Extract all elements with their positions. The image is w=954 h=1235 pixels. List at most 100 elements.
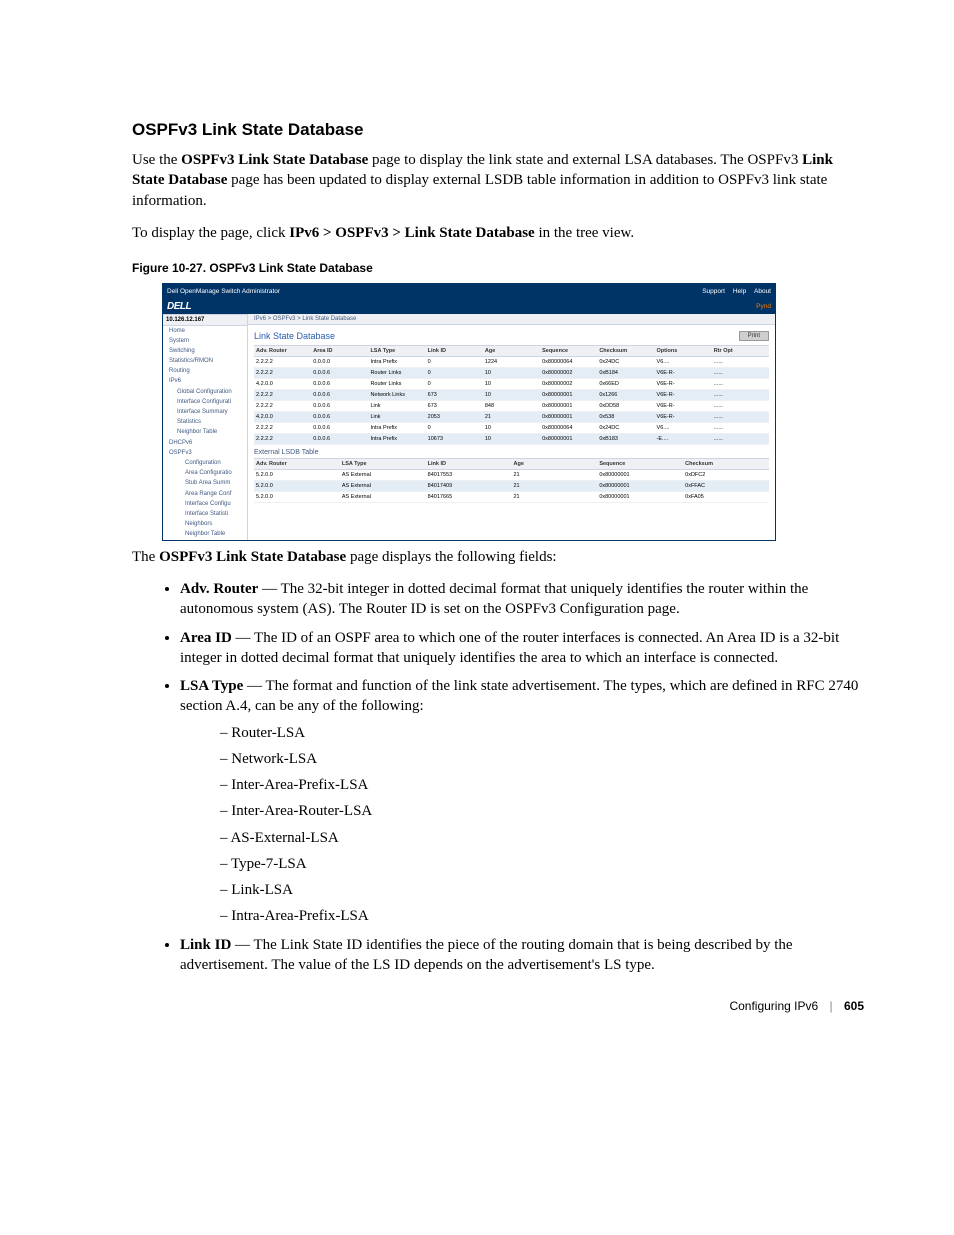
cell: 0.0.0.6 [311, 379, 368, 390]
nav-item[interactable]: Interface Configu [163, 499, 247, 509]
text: page to display the link state and exter… [368, 152, 802, 168]
cell: 0x1266 [597, 390, 654, 401]
cell: 0.0.0.6 [311, 368, 368, 379]
cell: 10 [483, 368, 540, 379]
nav-item[interactable]: Area Configuratio [163, 469, 247, 479]
cell: 2.2.2.2 [254, 423, 311, 434]
cell: 2.2.2.2 [254, 401, 311, 412]
nav-item[interactable]: OSPFv3 [163, 448, 247, 458]
lsa-type-item: Router-LSA [220, 723, 864, 743]
cell: 10 [483, 423, 540, 434]
col-header: LSA Type [340, 459, 426, 470]
table-row: 5.2.0.0AS External84017553210x800000010x… [254, 470, 769, 481]
nav-item[interactable]: Neighbors [163, 520, 247, 530]
nav-item[interactable]: Neighbor Table [163, 530, 247, 540]
cell: V6.... [655, 357, 712, 368]
cell: 21 [511, 492, 597, 503]
lsa-type-item: Type-7-LSA [220, 854, 864, 874]
field-name: LSA Type [180, 678, 243, 694]
cell: 673 [426, 401, 483, 412]
nav-item[interactable]: Switching [163, 346, 247, 356]
table-row: 5.2.0.0AS External84017665210x800000010x… [254, 492, 769, 503]
cell: -E.... [655, 434, 712, 445]
lsa-type-item: AS-External-LSA [220, 828, 864, 848]
table-row: 4.2.0.00.0.0.6Link2053210x800000010x538V… [254, 412, 769, 423]
cell: 10673 [426, 434, 483, 445]
field-desc: — The 32-bit integer in dotted decimal f… [180, 581, 808, 617]
page-footer: Configuring IPv6 | 605 [729, 999, 864, 1013]
lsa-type-item: Link-LSA [220, 880, 864, 900]
session-link[interactable]: Pynd [756, 303, 771, 310]
cell: 10 [483, 379, 540, 390]
field-name: Adv. Router [180, 581, 258, 597]
cell: 5.2.0.0 [254, 492, 340, 503]
lsa-type-item: Inter-Area-Router-LSA [220, 801, 864, 821]
cell: 2053 [426, 412, 483, 423]
cell: V6.... [655, 423, 712, 434]
text: page displays the following fields: [346, 549, 556, 565]
cell: 0x538 [597, 412, 654, 423]
cell: 21 [483, 412, 540, 423]
nav-item[interactable]: Home [163, 326, 247, 336]
nav-item[interactable]: DHCPv6 [163, 438, 247, 448]
cell: 0x80000001 [597, 481, 683, 492]
cell: AS External [340, 492, 426, 503]
nav-item[interactable]: Neighbor Table [163, 428, 247, 438]
cell: 0xDFC2 [683, 470, 769, 481]
brand-logo: DELL [167, 301, 191, 312]
fields-intro: The OSPFv3 Link State Database page disp… [90, 547, 864, 567]
col-header: LSA Type [368, 346, 425, 357]
nav-item[interactable]: System [163, 336, 247, 346]
table-row: 2.2.2.20.0.0.6Link6738480x800000010xDD58… [254, 401, 769, 412]
col-header: Checksum [683, 459, 769, 470]
nav-item[interactable]: Area Range Conf [163, 489, 247, 499]
field-lsa-type: LSA Type — The format and function of th… [180, 676, 864, 927]
content-pane: IPv6 > OSPFv3 > Link State Database Link… [248, 314, 775, 540]
nav-item[interactable]: Statistics/RMON [163, 357, 247, 367]
cell: 0 [426, 379, 483, 390]
nav-item[interactable]: Global Configuration [163, 387, 247, 397]
lsa-type-item: Intra-Area-Prefix-LSA [220, 906, 864, 926]
breadcrumb: IPv6 > OSPFv3 > Link State Database [248, 314, 775, 325]
cell: 0xB183 [597, 434, 654, 445]
table-row: 2.2.2.20.0.0.6Intra Prefix0100x800000640… [254, 423, 769, 434]
help-link[interactable]: Help [733, 288, 746, 295]
field-desc: — The format and function of the link st… [180, 678, 858, 714]
lsdb-table: Adv. RouterArea IDLSA TypeLink IDAgeSequ… [254, 345, 769, 445]
cell: 5.2.0.0 [254, 470, 340, 481]
field-name: Area ID [180, 630, 232, 646]
cell: AS External [340, 470, 426, 481]
cell: ...... [712, 379, 769, 390]
print-button[interactable]: Print [739, 331, 769, 341]
cell: 0x80000001 [597, 470, 683, 481]
cell: 0xFA05 [683, 492, 769, 503]
bold: OSPFv3 Link State Database [159, 549, 346, 565]
cell: 2.2.2.2 [254, 434, 311, 445]
nav-item[interactable]: Stub Area Summ [163, 479, 247, 489]
app-titlebar: Dell OpenManage Switch Administrator Sup… [163, 284, 775, 298]
brand-bar: DELL Pynd [163, 298, 775, 314]
cell: 0 [426, 423, 483, 434]
cell: 0.0.0.6 [311, 390, 368, 401]
support-link[interactable]: Support [702, 288, 725, 295]
about-link[interactable]: About [754, 288, 771, 295]
footer-section: Configuring IPv6 [729, 999, 818, 1013]
cell: 10 [483, 434, 540, 445]
field-area-id: Area ID — The ID of an OSPF area to whic… [180, 628, 864, 669]
cell: Link [368, 401, 425, 412]
cell: ...... [712, 401, 769, 412]
col-header: Rtr Opt [712, 346, 769, 357]
intro-paragraph-2: To display the page, click IPv6 > OSPFv3… [90, 223, 864, 243]
nav-item[interactable]: Routing [163, 367, 247, 377]
col-header: Checksum [597, 346, 654, 357]
nav-item[interactable]: IPv6 [163, 377, 247, 387]
cell: 4.2.0.0 [254, 379, 311, 390]
nav-item[interactable]: Statistics [163, 418, 247, 428]
nav-item[interactable]: Interface Summary [163, 408, 247, 418]
bold: OSPFv3 Link State Database [181, 152, 368, 168]
cell: V6E-R- [655, 401, 712, 412]
nav-item[interactable]: Configuration [163, 458, 247, 468]
nav-item[interactable]: Interface Statisti [163, 509, 247, 519]
nav-item[interactable]: Interface Configurati [163, 397, 247, 407]
cell: 1224 [483, 357, 540, 368]
